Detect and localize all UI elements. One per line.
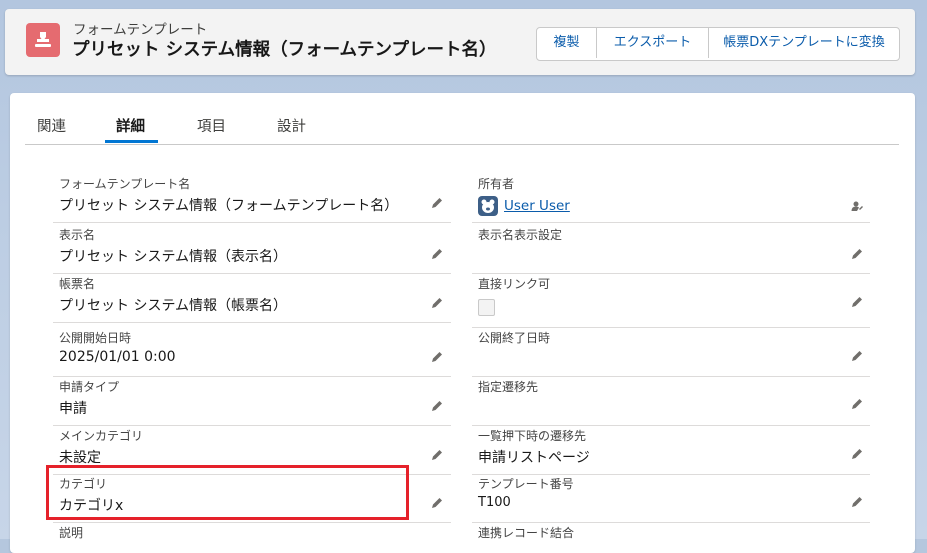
pencil-icon[interactable] <box>430 350 444 364</box>
pencil-icon[interactable] <box>430 196 444 210</box>
pencil-icon[interactable] <box>850 397 864 411</box>
header-button-group: 複製 エクスポート 帳票DXテンプレートに変換 <box>536 27 900 61</box>
change-owner-icon[interactable] <box>850 199 864 213</box>
pencil-icon[interactable] <box>430 448 444 462</box>
pencil-icon[interactable] <box>430 296 444 310</box>
direct-link-checkbox <box>478 299 495 316</box>
clone-button[interactable]: 複製 <box>537 28 597 58</box>
pencil-icon[interactable] <box>850 349 864 363</box>
pencil-icon[interactable] <box>430 247 444 261</box>
pencil-icon[interactable] <box>850 295 864 309</box>
pencil-icon[interactable] <box>850 495 864 509</box>
record-header: フォームテンプレート プリセット システム情報（フォームテンプレート名） 複製 … <box>5 9 915 75</box>
pencil-icon[interactable] <box>850 447 864 461</box>
bear-avatar-icon <box>478 196 498 216</box>
tab-related[interactable]: 関連 <box>37 115 66 136</box>
tab-details[interactable]: 詳細 <box>116 115 145 136</box>
pencil-icon[interactable] <box>430 399 444 413</box>
tab-bar: 関連 詳細 項目 設計 <box>25 93 899 145</box>
tab-items[interactable]: 項目 <box>197 115 226 136</box>
pencil-icon[interactable] <box>430 496 444 510</box>
owner-link[interactable]: User User <box>504 198 570 214</box>
stamp-icon <box>26 23 60 57</box>
export-button[interactable]: エクスポート <box>597 28 709 58</box>
active-tab-indicator <box>105 140 158 143</box>
object-type-label: フォームテンプレート <box>73 22 208 38</box>
page-title: プリセット システム情報（フォームテンプレート名） <box>72 40 497 60</box>
convert-to-dx-template-button[interactable]: 帳票DXテンプレートに変換 <box>709 28 899 58</box>
highlight-box <box>46 465 409 520</box>
tab-design[interactable]: 設計 <box>277 115 306 136</box>
pencil-icon[interactable] <box>850 247 864 261</box>
record-detail-card: 関連 詳細 項目 設計 フォームテンプレート名 プリセット システム情報（フォー… <box>10 93 915 553</box>
